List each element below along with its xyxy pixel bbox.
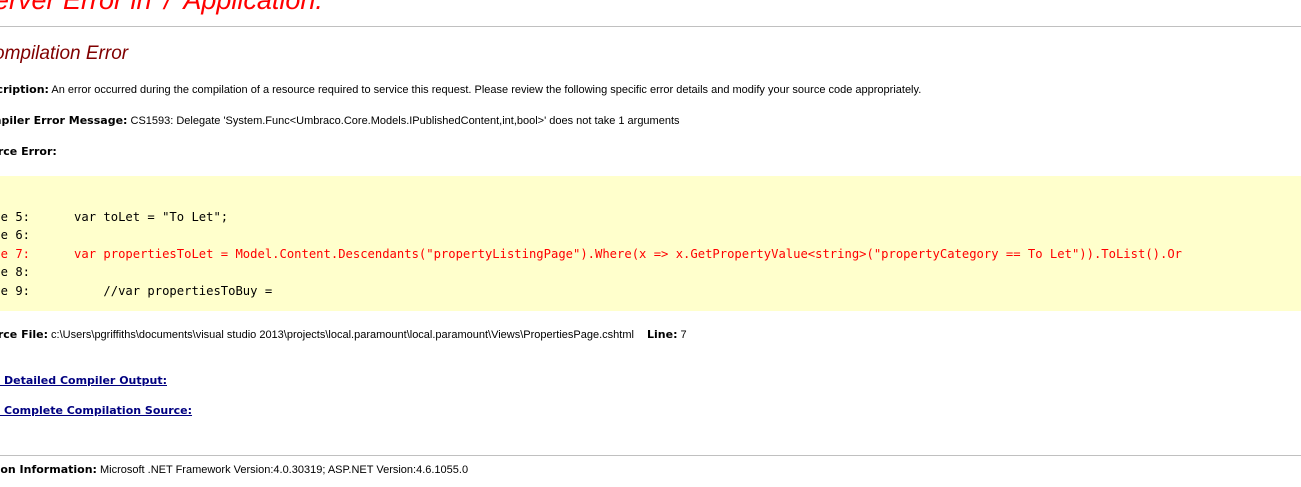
top-divider — [0, 26, 1301, 27]
code-line: ine 9: //var propertiesToBuy = — [0, 284, 273, 298]
compiler-message-text: CS1593: Delegate 'System.Func<Umbraco.Co… — [130, 115, 680, 127]
code-line-error: ine 7: var propertiesToLet = Model.Conte… — [0, 247, 1183, 261]
description-row: scription: An error occurred during the … — [0, 83, 921, 97]
show-complete-compilation-source-link[interactable]: w Complete Compilation Source: — [0, 404, 192, 418]
source-error-row: urce Error: — [0, 145, 57, 159]
compiler-message-label: mpiler Error Message: — [0, 114, 128, 127]
source-code-box: ine 5: var toLet = "To Let"; ine 6: ine … — [0, 176, 1301, 311]
page-title: erver Error in '/' Application. — [0, 0, 323, 15]
code-line: ine 6: — [0, 228, 31, 242]
version-label: sion Information: — [0, 463, 97, 476]
error-page: erver Error in '/' Application. ompilati… — [0, 0, 1301, 487]
description-label: scription: — [0, 83, 49, 96]
line-label: Line: — [647, 328, 678, 341]
description-text: An error occurred during the compilation… — [51, 84, 922, 96]
source-file-path: c:\Users\pgriffiths\documents\visual stu… — [51, 329, 634, 341]
code-line: ine 8: — [0, 265, 31, 279]
bottom-divider — [0, 455, 1301, 456]
code-line: ine 5: var toLet = "To Let"; — [0, 210, 229, 224]
source-file-row: urce File: c:\Users\pgriffiths\documents… — [0, 328, 687, 342]
error-subtitle: ompilation Error — [0, 43, 129, 64]
compiler-message-row: mpiler Error Message: CS1593: Delegate '… — [0, 114, 680, 128]
source-error-label: urce Error: — [0, 145, 57, 158]
show-detailed-compiler-output-link[interactable]: w Detailed Compiler Output: — [0, 374, 167, 388]
source-file-label: urce File: — [0, 328, 48, 341]
version-text: Microsoft .NET Framework Version:4.0.303… — [100, 464, 469, 476]
line-value: 7 — [680, 329, 687, 341]
version-info-row: sion Information: Microsoft .NET Framewo… — [0, 463, 468, 477]
